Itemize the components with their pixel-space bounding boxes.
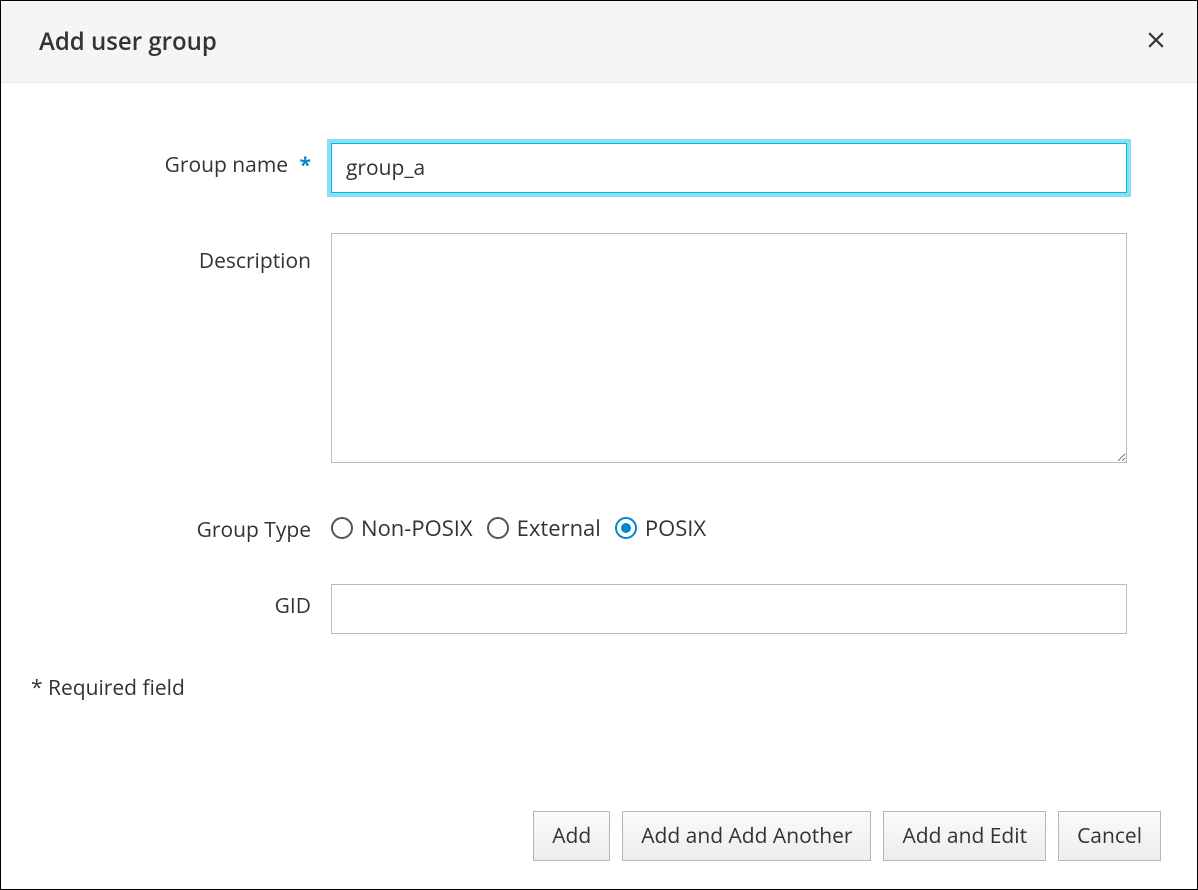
add-and-add-another-button[interactable]: Add and Add Another [622, 811, 871, 861]
description-label: Description [199, 247, 311, 275]
group-type-row: Group Type Non-POSIX External [31, 508, 1157, 544]
required-asterisk: * [300, 151, 311, 179]
radio-circle-icon [331, 517, 353, 539]
add-and-edit-button[interactable]: Add and Edit [883, 811, 1046, 861]
radio-posix[interactable]: POSIX [615, 513, 706, 543]
modal-header: Add user group [1, 1, 1197, 83]
modal-title: Add user group [39, 25, 217, 58]
group-name-label-col: Group name * [31, 143, 331, 179]
add-user-group-modal: Add user group Group name * Description [0, 0, 1198, 890]
close-icon [1143, 27, 1169, 53]
gid-input[interactable] [331, 584, 1127, 634]
add-button[interactable]: Add [533, 811, 610, 861]
group-name-input[interactable] [331, 143, 1127, 193]
radio-external-label: External [517, 513, 601, 543]
group-type-label: Group Type [197, 516, 311, 544]
modal-body: Group name * Description Group Type [1, 83, 1197, 791]
radio-circle-checked-icon [615, 517, 637, 539]
radio-external[interactable]: External [487, 513, 601, 543]
group-type-label-col: Group Type [31, 508, 331, 544]
group-type-radio-group: Non-POSIX External POSIX [331, 508, 1127, 543]
gid-label-col: GID [31, 584, 331, 620]
description-control-col [331, 233, 1157, 468]
radio-nonposix[interactable]: Non-POSIX [331, 513, 473, 543]
cancel-button[interactable]: Cancel [1058, 811, 1161, 861]
group-name-row: Group name * [31, 143, 1157, 193]
gid-label: GID [275, 592, 311, 620]
radio-posix-label: POSIX [645, 513, 706, 543]
group-name-control-col [331, 143, 1157, 193]
description-row: Description [31, 233, 1157, 468]
group-type-control-col: Non-POSIX External POSIX [331, 508, 1157, 543]
radio-nonposix-label: Non-POSIX [361, 513, 473, 543]
group-name-label: Group name [165, 151, 288, 179]
gid-row: GID [31, 584, 1157, 634]
description-label-col: Description [31, 233, 331, 275]
description-textarea[interactable] [331, 233, 1127, 463]
modal-footer: Add Add and Add Another Add and Edit Can… [1, 791, 1197, 889]
gid-control-col [331, 584, 1157, 634]
radio-circle-icon [487, 517, 509, 539]
required-field-note: * Required field [31, 674, 1157, 702]
radio-dot-icon [621, 523, 631, 533]
close-button[interactable] [1143, 26, 1169, 58]
